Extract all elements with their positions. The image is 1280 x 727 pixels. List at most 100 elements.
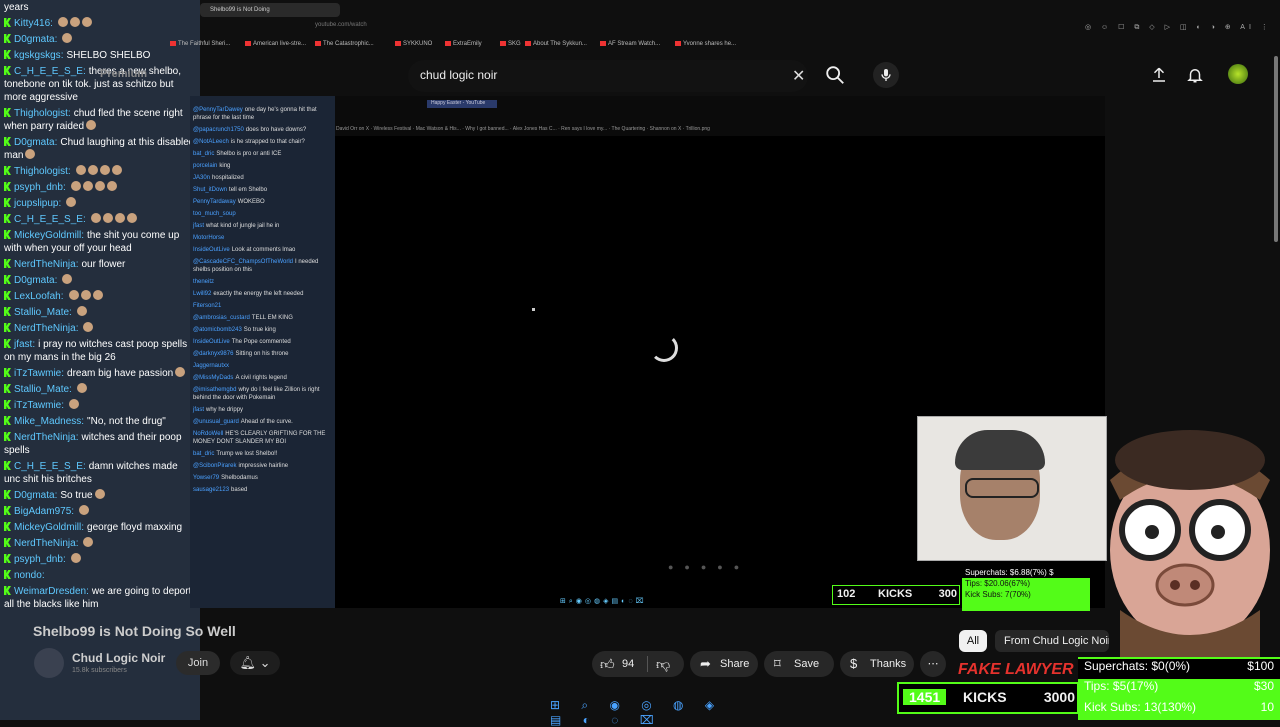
clear-search-icon[interactable]: ✕: [792, 66, 805, 86]
more-actions-button[interactable]: ⋯: [920, 651, 946, 677]
chat-username[interactable]: MickeyGoldmill: [14, 522, 87, 533]
chat-message: psyph_dnb: [0, 552, 200, 568]
captured-chat-message: Jaggernautxx: [190, 360, 335, 372]
captured-chat-message: @darknyx9876 Sitting on his throne: [190, 348, 335, 360]
chat-username[interactable]: jcupslipup: [14, 198, 64, 209]
chat-username[interactable]: WeimarDresden: [14, 586, 92, 597]
chat-username[interactable]: Mike_Madness: [14, 416, 87, 427]
bookmark-item[interactable]: SKG: [500, 41, 521, 47]
chat-message: Stallio_Mate: [0, 305, 200, 321]
emote-icon: [126, 213, 137, 223]
chat-username[interactable]: D0gmata: [14, 34, 60, 45]
channel-name[interactable]: Chud Logic Noir: [72, 651, 165, 665]
kick-badge-icon: [4, 506, 11, 515]
chat-username[interactable]: BigAdam975: [14, 506, 77, 517]
chat-panel: years Kitty416 D0gmata kgskgskgsSHELBO S…: [0, 0, 200, 720]
chat-username[interactable]: iTzTawmie: [14, 400, 67, 411]
chat-username[interactable]: Thighologist: [14, 108, 74, 119]
chat-text: george floyd maxxing: [87, 522, 183, 533]
browser-toolbar-icons[interactable]: ◎ ☺ ☐ ⧉ ◇ ▷ ◫ ◐ ◑ ⊕ AI ⋮: [1085, 23, 1275, 33]
taskbar-icons[interactable]: ⊞ ⌕ ◉ ◎ ◍ ◈ ▤ ◐ ◌ ⌧: [550, 698, 723, 727]
chat-message: D0gmataSo true: [0, 488, 200, 504]
subscribe-bell-button[interactable]: 🔔︎ ⌄: [230, 651, 280, 675]
chat-username[interactable]: nondo: [14, 570, 48, 581]
upload-icon[interactable]: [1150, 66, 1168, 84]
youtube-premium-logo[interactable]: Premium: [100, 68, 147, 80]
thanks-button[interactable]: $ Thanks: [840, 651, 914, 677]
chat-username[interactable]: Thighologist: [14, 166, 74, 177]
captured-chat-text: Ahead of the curve.: [240, 419, 293, 425]
captured-chat-message: bat_dric Shelbo is pro or anti ICE: [190, 148, 335, 160]
chat-username[interactable]: kgskgskgs: [14, 50, 66, 61]
tab-title: Shelbo99 is Not Doing: [210, 7, 270, 13]
bookmark-item[interactable]: AF Stream Watch...: [600, 41, 660, 47]
captured-chat-username: @MissMyDads: [193, 375, 234, 381]
emote-icon: [80, 290, 91, 300]
chat-username[interactable]: psyph_dnb: [14, 554, 69, 565]
premium-label: Premium: [100, 68, 148, 80]
search-icon[interactable]: [824, 64, 846, 86]
captured-chat-message: @imisathemgbd why do I feel like Zillion …: [190, 384, 335, 404]
thumbs-up-icon[interactable]: 👍︎: [600, 651, 615, 677]
os-taskbar[interactable]: ⊞ ⌕ ◉ ◎ ◍ ◈ ▤ ◐ ◌ ⌧: [550, 698, 730, 727]
join-button[interactable]: Join: [176, 651, 220, 675]
bookmark-item[interactable]: About The Sykkun...: [525, 41, 587, 47]
chip-from-channel[interactable]: From Chud Logic Noir: [995, 630, 1109, 652]
chat-username[interactable]: LexLoofah: [14, 291, 67, 302]
superchats-row: Superchats: $0(0%) $100: [1078, 659, 1280, 679]
account-avatar[interactable]: [1228, 64, 1248, 84]
chat-username[interactable]: C_H_E_E_S_E: [14, 461, 89, 472]
chat-message: C_H_E_E_S_Edamn witches made unc shit hi…: [0, 459, 200, 488]
chat-username[interactable]: NerdTheNinja: [14, 538, 81, 549]
bookmark-item[interactable]: American live-stre...: [245, 41, 306, 47]
chat-message: WeimarDresdenwe are going to deport all …: [0, 584, 200, 613]
browser-tab[interactable]: Shelbo99 is Not Doing: [200, 3, 340, 17]
search-input[interactable]: chud logic noir: [420, 68, 497, 82]
captured-chat-text: The Pope commented: [231, 339, 291, 345]
chat-username[interactable]: Stallio_Mate: [14, 384, 75, 395]
toolbar-icons[interactable]: ◎ ☺ ☐ ⧉ ◇ ▷ ◫ ◐ ◑ ⊕ AI ⋮: [1085, 24, 1272, 31]
chat-username[interactable]: C_H_E_E_S_E: [14, 66, 89, 77]
address-bar[interactable]: youtube.com/watch: [200, 22, 367, 28]
chat-username[interactable]: psyph_dnb: [14, 182, 69, 193]
chat-username[interactable]: NerdTheNinja: [14, 323, 81, 334]
channel-avatar[interactable]: [34, 648, 64, 678]
emote-icon: [92, 290, 103, 300]
chat-text: So true: [60, 490, 93, 501]
share-button[interactable]: ➦ Share: [690, 651, 758, 677]
thumbs-down-icon[interactable]: 👎︎: [656, 651, 670, 677]
page-scrollbar[interactable]: [1274, 56, 1278, 242]
chat-username[interactable]: NerdTheNinja: [14, 432, 81, 443]
bookmark-item[interactable]: Yvonne shares he...: [675, 41, 736, 47]
kick-badge-icon: [4, 432, 11, 441]
chat-username[interactable]: Kitty416: [14, 18, 56, 29]
chat-username[interactable]: D0gmata: [14, 275, 60, 286]
chat-message: nondo: [0, 568, 200, 584]
voice-search-button[interactable]: [873, 62, 899, 88]
bookmark-item[interactable]: The Catastrophic...: [315, 41, 374, 47]
chat-username[interactable]: Stallio_Mate: [14, 307, 75, 318]
bookmark-item[interactable]: The Faithful Sheri...: [170, 41, 230, 47]
bookmark-item[interactable]: SYKKUNO: [395, 41, 432, 47]
chat-username[interactable]: NerdTheNinja: [14, 259, 81, 270]
kick-badge-icon: [4, 570, 11, 579]
chat-username[interactable]: jfast: [14, 339, 38, 350]
chip-all[interactable]: All: [959, 630, 987, 652]
emote-icon: [99, 165, 110, 175]
chat-username[interactable]: iTzTawmie: [14, 368, 67, 379]
save-button[interactable]: ⌑ Save: [764, 651, 834, 677]
captured-chat-message: porcelain king: [190, 160, 335, 172]
captured-chat-message: InsideOutLive The Pope commented: [190, 336, 335, 348]
notifications-icon[interactable]: [1186, 66, 1204, 84]
chat-username[interactable]: C_H_E_E_S_E: [14, 214, 89, 225]
chat-username[interactable]: MickeyGoldmill: [14, 230, 87, 241]
chat-username[interactable]: D0gmata: [14, 490, 60, 501]
bookmark-item[interactable]: ExtraEmily: [445, 41, 482, 47]
like-dislike-group[interactable]: 👍︎ 94 👎︎: [592, 651, 684, 677]
captured-chat-text: WOKEBO: [237, 199, 265, 205]
captured-bookmarks: David Orr on X · Wireless Festival · Mac…: [336, 126, 710, 132]
chat-username[interactable]: D0gmata: [14, 137, 60, 148]
captured-chat-message: too_much_soup: [190, 208, 335, 220]
chat-message: Mike_Madness"No, not the drug": [0, 414, 200, 430]
captured-chat-message: @atomicbomb243 So true king: [190, 324, 335, 336]
